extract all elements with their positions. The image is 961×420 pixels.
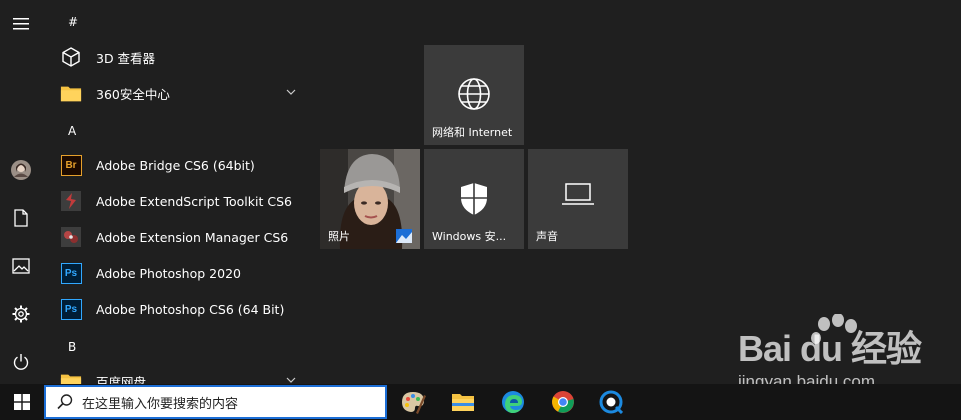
taskbar: 在这里输入你要搜索的内容 bbox=[0, 384, 961, 420]
app-item-extension-manager[interactable]: Adobe Extension Manager CS6 bbox=[56, 219, 306, 255]
folder-icon bbox=[60, 86, 82, 102]
app-item-label: 360安全中心 bbox=[96, 86, 170, 102]
app-item-label: Adobe Photoshop CS6 (64 Bit) bbox=[96, 301, 285, 317]
tile-network-internet[interactable]: 网络和 Internet bbox=[424, 45, 524, 145]
chrome-icon bbox=[552, 391, 574, 413]
windows-logo-icon bbox=[14, 394, 30, 410]
expand-menu-button[interactable] bbox=[0, 4, 42, 44]
shield-icon bbox=[461, 183, 487, 215]
tile-label: 声音 bbox=[536, 230, 558, 243]
documents-button[interactable] bbox=[0, 198, 42, 238]
extension-manager-icon bbox=[61, 227, 81, 247]
search-icon bbox=[57, 394, 73, 410]
tile-label: 网络和 Internet bbox=[432, 126, 513, 139]
app-item-label: Adobe Photoshop 2020 bbox=[96, 265, 241, 281]
taskbar-app-paint[interactable] bbox=[390, 384, 436, 420]
tile-windows-security[interactable]: Windows 安... bbox=[424, 149, 524, 249]
photoshop-icon: Ps bbox=[60, 298, 82, 320]
app-item-label: Adobe Extension Manager CS6 bbox=[96, 229, 289, 245]
tile-photos[interactable]: 照片 bbox=[320, 149, 420, 249]
taskbar-search-box[interactable]: 在这里输入你要搜索的内容 bbox=[44, 385, 387, 419]
edge-icon bbox=[502, 391, 524, 413]
chevron-down-icon[interactable] bbox=[286, 377, 296, 383]
app-item-photoshop-cs6[interactable]: Ps Adobe Photoshop CS6 (64 Bit) bbox=[56, 291, 306, 327]
avatar-icon bbox=[11, 160, 31, 180]
photoshop-icon: Ps bbox=[60, 262, 82, 284]
tile-label: Windows 安... bbox=[432, 230, 507, 243]
globe-icon bbox=[458, 78, 490, 110]
cube-icon bbox=[62, 47, 80, 67]
document-icon bbox=[14, 209, 28, 227]
group-header-hash[interactable]: # bbox=[68, 15, 78, 29]
settings-button[interactable] bbox=[0, 294, 42, 334]
pictures-button[interactable] bbox=[0, 246, 42, 286]
taskbar-app-edge[interactable] bbox=[490, 384, 536, 420]
app-item-label: 百度网盘 bbox=[96, 374, 147, 385]
start-menu-rail bbox=[0, 0, 42, 384]
app-item-label: Adobe ExtendScript Toolkit CS6 bbox=[96, 193, 292, 209]
laptop-icon bbox=[562, 183, 594, 205]
app-item-360-security[interactable]: 360安全中心 bbox=[56, 75, 306, 111]
power-button[interactable] bbox=[0, 342, 42, 382]
app-item-label: 3D 查看器 bbox=[96, 50, 156, 66]
watermark-title: Bai du 经验 bbox=[738, 328, 922, 369]
app-item-photoshop-2020[interactable]: Ps Adobe Photoshop 2020 bbox=[56, 255, 306, 291]
picture-icon bbox=[12, 258, 30, 274]
taskbar-app-file-explorer[interactable] bbox=[440, 384, 486, 420]
power-icon bbox=[13, 354, 29, 370]
group-header-b[interactable]: B bbox=[68, 340, 76, 354]
bridge-icon: Br bbox=[60, 154, 82, 176]
gear-icon bbox=[12, 305, 30, 323]
file-explorer-icon bbox=[452, 394, 474, 411]
hamburger-icon bbox=[13, 18, 29, 30]
group-header-a[interactable]: A bbox=[68, 124, 76, 138]
account-button[interactable] bbox=[0, 150, 42, 190]
app-item-label: Adobe Bridge CS6 (64bit) bbox=[96, 157, 255, 173]
app-item-extendscript-toolkit[interactable]: Adobe ExtendScript Toolkit CS6 bbox=[56, 183, 306, 219]
tile-label: 照片 bbox=[328, 230, 350, 243]
app-item-baidu-netdisk[interactable]: 百度网盘 bbox=[56, 363, 306, 384]
search-placeholder: 在这里输入你要搜索的内容 bbox=[82, 396, 239, 412]
taskbar-app-quicklook[interactable] bbox=[588, 384, 634, 420]
quicklook-icon bbox=[599, 390, 623, 414]
app-item-3d-viewer[interactable]: 3D 查看器 bbox=[56, 39, 306, 75]
paint-icon bbox=[402, 392, 426, 414]
tile-sound[interactable]: 声音 bbox=[528, 149, 628, 249]
folder-icon bbox=[60, 374, 82, 384]
taskbar-app-chrome[interactable] bbox=[540, 384, 586, 420]
chevron-down-icon[interactable] bbox=[286, 89, 296, 95]
extendscript-icon bbox=[61, 191, 81, 211]
app-item-adobe-bridge[interactable]: Br Adobe Bridge CS6 (64bit) bbox=[56, 147, 306, 183]
start-button[interactable] bbox=[0, 384, 44, 420]
app-list: # 3D 查看器 360安全中心 A Br Adobe Bridge CS6 (… bbox=[44, 0, 306, 384]
